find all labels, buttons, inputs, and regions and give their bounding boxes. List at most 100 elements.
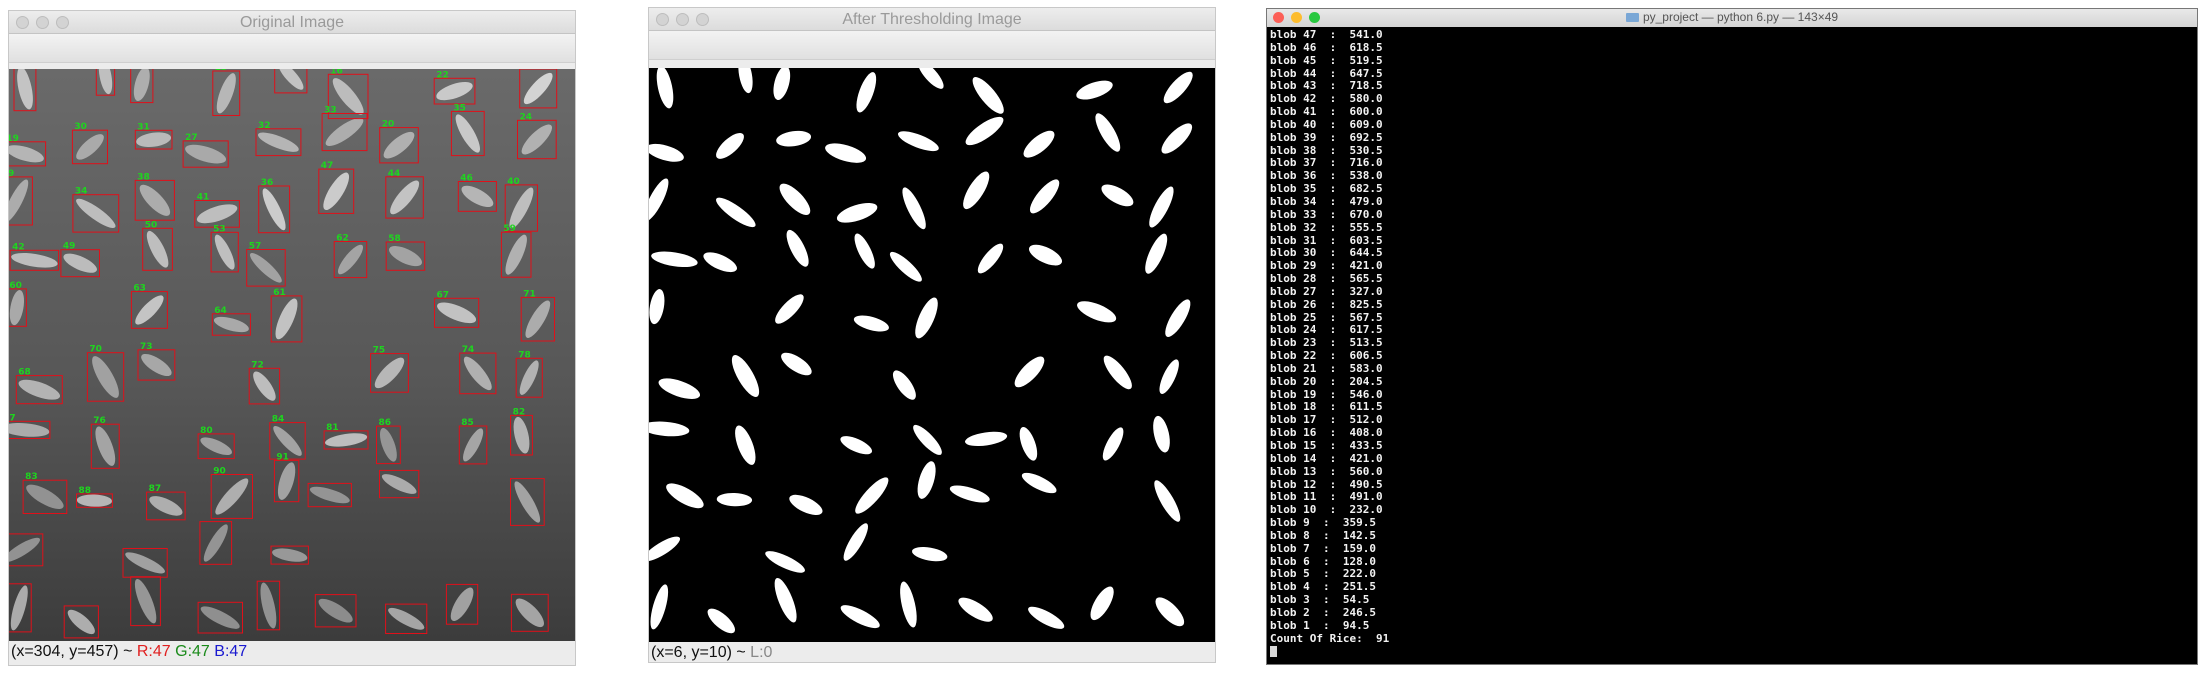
- blob-label: 64: [214, 306, 227, 316]
- blob-label: 67: [437, 290, 450, 300]
- blob-label: 68: [18, 368, 31, 378]
- terminal-line: blob 16 : 408.0: [1270, 426, 1383, 440]
- terminal-line: blob 12 : 490.5: [1270, 477, 1383, 491]
- blob-label: 84: [272, 415, 285, 425]
- blob-label: 77: [9, 413, 16, 423]
- terminal-line: blob 39 : 692.5: [1270, 130, 1383, 144]
- threshold-toolbar: [649, 31, 1215, 60]
- blob-label: 80: [200, 426, 213, 436]
- terminal-window: py_project — python 6.py — 143×49 blob 4…: [1266, 8, 2198, 665]
- terminal-line: blob 1 : 94.5: [1270, 618, 1370, 632]
- blob-label: 35: [453, 103, 466, 113]
- blob-label: 24: [520, 112, 533, 122]
- terminal-line: blob 17 : 512.0: [1270, 413, 1383, 427]
- blob-label: 76: [93, 416, 106, 426]
- blob-label: 61: [273, 288, 286, 298]
- cursor-coordinates: (x=6, y=10) ~: [651, 644, 746, 661]
- terminal-line: blob 47 : 541.0: [1270, 28, 1383, 41]
- blue-value: B:47: [214, 643, 248, 660]
- cursor-coordinates: (x=304, y=457) ~: [11, 643, 133, 660]
- terminal-line: blob 28 : 565.5: [1270, 272, 1383, 286]
- blob-label: 32: [258, 121, 271, 131]
- blob-label: 60: [9, 281, 22, 291]
- original-image: 1413121311162217193031273233203524293438…: [9, 69, 575, 641]
- blob-label: 88: [79, 486, 92, 496]
- blob-label: 16: [330, 69, 343, 76]
- terminal-line: blob 27 : 327.0: [1270, 284, 1383, 298]
- green-value: G:47: [175, 643, 210, 660]
- blob-label: 72: [251, 360, 264, 370]
- blob-label: 29: [9, 169, 14, 179]
- terminal-line: blob 26 : 825.5: [1270, 297, 1383, 311]
- blob-label: 50: [145, 220, 158, 230]
- window-title: After Thresholding Image: [842, 11, 1022, 28]
- blob-label: 20: [382, 120, 395, 130]
- terminal-line: blob 40 : 609.0: [1270, 117, 1383, 131]
- terminal-line: blob 45 : 519.5: [1270, 53, 1383, 67]
- blob-label: 49: [63, 242, 76, 252]
- terminal-line: blob 7 : 159.0: [1270, 541, 1376, 555]
- terminal-line: blob 14 : 421.0: [1270, 451, 1383, 465]
- blob-label: 46: [460, 174, 473, 184]
- terminal-line: blob 36 : 538.0: [1270, 169, 1383, 183]
- original-image-window: Original Image 1413121311162217193031273…: [8, 10, 576, 666]
- terminal-line: blob 46 : 618.5: [1270, 40, 1383, 54]
- terminal-title: py_project — python 6.py — 143×49: [1642, 10, 1839, 24]
- terminal-line: blob 18 : 611.5: [1270, 400, 1383, 414]
- blob-label: 85: [461, 418, 474, 428]
- blob-label: 17: [522, 69, 535, 71]
- blob-label: 40: [507, 177, 520, 187]
- terminal-output[interactable]: blob 47 : 541.0 blob 46 : 618.5 blob 45 : …: [1270, 28, 2194, 664]
- terminal-line: blob 29 : 421.0: [1270, 259, 1383, 273]
- terminal-line: blob 4 : 251.5: [1270, 580, 1376, 594]
- terminal-line: blob 22 : 606.5: [1270, 349, 1383, 363]
- terminal-line: blob 3 : 54.5: [1270, 593, 1370, 607]
- blob-label: 81: [326, 423, 339, 433]
- terminal-line: blob 2 : 246.5: [1270, 605, 1376, 619]
- blob-label: 82: [513, 407, 526, 417]
- terminal-line: blob 41 : 600.0: [1270, 105, 1383, 119]
- blob-label: 73: [140, 342, 153, 352]
- terminal-titlebar: py_project — python 6.py — 143×49: [1267, 9, 2197, 27]
- folder-icon: [1625, 13, 1639, 22]
- terminal-line: blob 9 : 359.5: [1270, 516, 1376, 530]
- terminal-line: blob 33 : 670.0: [1270, 207, 1383, 221]
- terminal-line: blob 8 : 142.5: [1270, 528, 1376, 542]
- blob-label: 91: [276, 452, 289, 462]
- blob-label: 33: [324, 106, 337, 116]
- blob-label: 83: [25, 472, 38, 482]
- terminal-line: blob 37 : 716.0: [1270, 156, 1383, 170]
- terminal-line: Count Of Rice: 91: [1270, 631, 1390, 645]
- blob-label: 87: [149, 484, 162, 494]
- terminal-line: blob 20 : 204.5: [1270, 374, 1383, 388]
- red-value: R:47: [136, 643, 171, 660]
- terminal-line: blob 24 : 617.5: [1270, 323, 1383, 337]
- blob-label: 13: [215, 69, 228, 73]
- blob-label: 71: [523, 289, 536, 299]
- blob-label: 70: [89, 345, 102, 355]
- blob-label: 78: [518, 350, 531, 360]
- blob-label: 74: [462, 345, 475, 355]
- blob-label: 42: [12, 242, 25, 252]
- blob-label: 31: [137, 122, 150, 132]
- terminal-line: blob 13 : 560.0: [1270, 464, 1383, 478]
- blob-label: 90: [213, 467, 226, 477]
- terminal-line: blob 11 : 491.0: [1270, 490, 1383, 504]
- terminal-line: blob 19 : 546.0: [1270, 387, 1383, 401]
- blob-label: 62: [336, 234, 349, 244]
- original-toolbar: [9, 34, 575, 63]
- blob-label: 44: [388, 169, 401, 179]
- terminal-line: blob 32 : 555.5: [1270, 220, 1383, 234]
- terminal-line: blob 25 : 567.5: [1270, 310, 1383, 324]
- terminal-line: blob 38 : 530.5: [1270, 143, 1383, 157]
- blob-label: 58: [388, 234, 401, 244]
- threshold-image: [649, 68, 1215, 642]
- blob-label: 47: [321, 161, 334, 171]
- terminal-line: blob 43 : 718.5: [1270, 79, 1383, 93]
- terminal-line: blob 30 : 644.5: [1270, 246, 1383, 260]
- blob-label: 53: [213, 224, 226, 234]
- terminal-line: blob 21 : 583.0: [1270, 361, 1383, 375]
- blob-label: 27: [185, 133, 198, 143]
- terminal-line: blob 10 : 232.0: [1270, 503, 1383, 517]
- blob-label: 59: [503, 224, 516, 234]
